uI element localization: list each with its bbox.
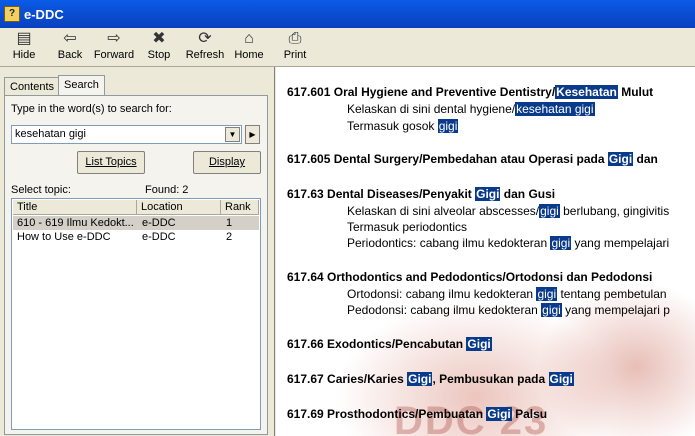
- print-button[interactable]: ⎙ Print: [280, 30, 310, 66]
- play-arrow-button[interactable]: ▶: [245, 125, 260, 144]
- table-row[interactable]: 610 - 619 Ilmu Kedokt... e-DDC 1: [13, 216, 259, 230]
- found-count: Found: 2: [145, 184, 189, 196]
- entry-line: Termasuk periodontics: [347, 220, 468, 234]
- printer-icon: ⎙: [288, 30, 302, 47]
- refresh-icon: ⟳: [198, 30, 212, 47]
- home-icon: ⌂: [244, 30, 254, 47]
- refresh-button[interactable]: ⟳ Refresh: [184, 30, 226, 66]
- entry-heading: 617.601 Oral Hygiene and Preventive Dent…: [287, 85, 654, 99]
- home-button[interactable]: ⌂ Home: [232, 30, 266, 66]
- entry-heading: 617.64 Orthodontics and Pedodontics/Orto…: [287, 270, 653, 284]
- entry-line: Kelaskan di sini alveolar abscesses/gigi…: [347, 204, 670, 218]
- tab-contents[interactable]: Contents: [4, 77, 61, 96]
- entry-line: Pedodonsi: cabang ilmu kedokteran gigi y…: [347, 303, 670, 317]
- entry-heading: 617.605 Dental Surgery/Pembedahan atau O…: [287, 152, 658, 166]
- topic-list[interactable]: Title Location Rank 610 - 619 Ilmu Kedok…: [11, 198, 261, 430]
- entry-line: Termasuk gosok gigi: [347, 119, 459, 133]
- back-arrow-icon: ⇦: [63, 30, 77, 47]
- title-bar: ? e-DDC: [0, 0, 695, 28]
- stop-button[interactable]: ✖ Stop: [142, 30, 176, 66]
- row-rank: 2: [226, 231, 233, 243]
- entry-heading: 617.69 Prosthodontics/Pembuatan Gigi Pal…: [287, 407, 548, 421]
- search-input-value: kesehatan gigi: [15, 128, 86, 140]
- tab-search[interactable]: Search: [58, 75, 105, 97]
- column-location[interactable]: Location: [137, 200, 221, 215]
- entry-line: Periodontics: cabang ilmu kedokteran gig…: [347, 236, 670, 250]
- display-button[interactable]: Display: [193, 151, 261, 174]
- forward-button[interactable]: ⇨ Forward: [92, 30, 136, 66]
- entry-heading: 617.67 Caries/Karies Gigi, Pembusukan pa…: [287, 372, 574, 386]
- list-topics-button[interactable]: List Topics: [77, 151, 145, 174]
- row-title: 610 - 619 Ilmu Kedokt...: [17, 217, 134, 229]
- column-title[interactable]: Title: [13, 200, 137, 215]
- hide-button[interactable]: ▤ Hide: [6, 30, 42, 66]
- navigation-pane: Contents Search Type in the word(s) to s…: [0, 67, 271, 436]
- row-location: e-DDC: [142, 231, 176, 243]
- stop-icon: ✖: [152, 30, 166, 47]
- entry-heading: 617.63 Dental Diseases/Penyakit Gigi dan…: [287, 187, 556, 201]
- search-input[interactable]: kesehatan gigi ▼: [11, 125, 242, 144]
- toolbar: ▤ Hide ⇦ Back ⇨ Forward ✖ Stop ⟳ Refresh ⌂ Hom…: [0, 28, 695, 67]
- search-panel: Type in the word(s) to search for: keseh…: [4, 95, 268, 435]
- pane-splitter[interactable]: [270, 67, 275, 436]
- column-rank[interactable]: Rank: [221, 200, 259, 215]
- forward-arrow-icon: ⇨: [107, 30, 121, 47]
- select-topic-label: Select topic:: [11, 184, 71, 196]
- topic-content: DDC 23 617.601 Oral Hygiene and Preventi…: [276, 67, 695, 436]
- entry-line: Kelaskan di sini dental hygiene/kesehata…: [347, 102, 595, 116]
- search-prompt: Type in the word(s) to search for:: [11, 103, 172, 115]
- entry-heading: 617.66 Exodontics/Pencabutan Gigi: [287, 337, 492, 351]
- window-title: e-DDC: [24, 7, 64, 22]
- row-title: How to Use e-DDC: [17, 231, 111, 243]
- row-rank: 1: [226, 217, 233, 229]
- row-location: e-DDC: [142, 217, 176, 229]
- chevron-down-icon[interactable]: ▼: [225, 127, 240, 142]
- back-button[interactable]: ⇦ Back: [52, 30, 88, 66]
- help-app-icon: ?: [4, 6, 20, 22]
- hide-icon: ▤: [16, 30, 32, 47]
- table-row[interactable]: How to Use e-DDC e-DDC 2: [13, 230, 259, 244]
- play-arrow-icon: ▶: [249, 130, 256, 139]
- entry-line: Ortodonsi: cabang ilmu kedokteran gigi t…: [347, 287, 667, 301]
